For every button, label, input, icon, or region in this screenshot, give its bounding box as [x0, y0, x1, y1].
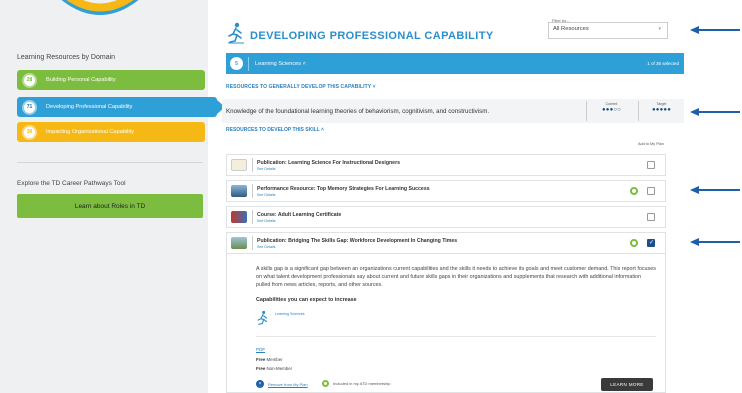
divider: [256, 336, 656, 337]
resource-row[interactable]: Course: Adult Learning Certificate See D…: [226, 206, 666, 228]
course-thumbnail-icon: [231, 211, 247, 223]
skill-text: Knowledge of the foundational learning t…: [226, 107, 490, 115]
chevron-down-icon: ▾: [658, 26, 661, 32]
see-details-link[interactable]: See Details: [257, 245, 457, 249]
add-to-plan-checkbox[interactable]: [647, 239, 655, 247]
publication-thumbnail-icon: [231, 237, 247, 249]
resource-details: A skills gap is a significant gap betwee…: [226, 254, 666, 393]
resource-title: Publication: Bridging The Skills Gap: Wo…: [257, 237, 458, 244]
arrow-left-icon: [690, 186, 740, 194]
domain-developing-professional[interactable]: 71 Developing Professional Capability: [17, 97, 225, 117]
book-thumbnail-icon: [231, 159, 247, 171]
domain-label: Building Personal Capability: [46, 77, 116, 83]
target-label: Target: [656, 102, 667, 106]
learner-icon: [228, 22, 244, 44]
included-label: Included in my ATD membership: [333, 381, 391, 386]
arrow-left-icon: [690, 26, 740, 34]
divider: [252, 158, 253, 172]
membership-included-icon: [630, 239, 638, 247]
capability-number: 5: [230, 57, 243, 70]
add-to-plan-checkbox[interactable]: [647, 161, 655, 169]
divider: [252, 236, 253, 250]
resource-row[interactable]: Publication: Learning Science For Instru…: [226, 154, 666, 176]
target-dots: ●●●●●: [651, 107, 672, 113]
selected-count: 1 of 36 selected: [647, 61, 679, 66]
current-dots: ●●●○○: [601, 107, 622, 113]
capability-link[interactable]: Learning Sciences: [275, 312, 305, 316]
chevron-up-icon: ˄: [321, 127, 324, 133]
sidebar-title: Learning Resources by Domain: [17, 54, 116, 61]
divider: [17, 162, 203, 163]
remove-label: Remove from My Plan: [268, 381, 308, 387]
domain-building-personal[interactable]: 28 Building Personal Capability: [17, 70, 205, 90]
domain-label: Developing Professional Capability: [46, 104, 133, 110]
domain-impacting-organizational[interactable]: 30 Impacting Organizational Capability: [17, 122, 205, 142]
page-title: DEVELOPING PROFESSIONAL CAPABILITY: [250, 30, 494, 42]
resource-title: Course: Adult Learning Certificate: [257, 211, 342, 218]
membership-included-icon: [322, 380, 329, 387]
explore-title: Explore the TD Career Pathways Tool: [17, 180, 126, 187]
format-link[interactable]: PDF: [256, 347, 265, 352]
close-icon: ×: [256, 380, 264, 388]
learner-icon: [257, 310, 268, 325]
sidebar: Learning Resources by Domain 28 Building…: [0, 0, 225, 393]
domain-count: 71: [22, 99, 37, 115]
member-price: Free Member: [256, 357, 283, 362]
add-to-plan-checkbox[interactable]: [647, 187, 655, 195]
learn-more-button[interactable]: LEARN MORE: [601, 378, 653, 391]
membership-included-icon: [630, 187, 638, 195]
divider: [252, 184, 253, 198]
capabilities-title: Capabilities you can expect to increase: [256, 297, 357, 303]
section-general-toggle[interactable]: RESOURCES TO GENERALLY DEVELOP THIS CAPA…: [226, 84, 376, 90]
target-level: Target ●●●●●: [638, 101, 684, 121]
resource-title: Performance Resource: Top Memory Strateg…: [257, 185, 430, 192]
chevron-down-icon: ˅: [372, 84, 376, 90]
domain-count: 28: [22, 72, 37, 88]
resource-row[interactable]: Performance Resource: Top Memory Strateg…: [226, 180, 666, 202]
divider: [252, 210, 253, 224]
learn-roles-button[interactable]: Learn about Roles in TD: [17, 194, 203, 218]
see-details-link[interactable]: See Details: [257, 219, 341, 223]
current-level: Current ●●●○○: [586, 101, 636, 121]
resource-thumbnail-icon: [231, 185, 247, 197]
filter-dropdown[interactable]: All Resources ▾: [548, 22, 668, 39]
resource-row-expanded[interactable]: Publication: Bridging The Skills Gap: Wo…: [226, 232, 666, 254]
arrow-left-icon: [690, 238, 740, 246]
skill-row: Knowledge of the foundational learning t…: [222, 99, 684, 123]
atd-logo-icon: [61, 0, 139, 15]
see-details-link[interactable]: See Details: [257, 167, 400, 171]
filter-value: All Resources: [553, 26, 589, 32]
current-label: Current: [605, 102, 618, 106]
resource-title: Publication: Learning Science For Instru…: [257, 159, 400, 166]
resource-description: A skills gap is a significant gap betwee…: [256, 266, 656, 288]
nonmember-price: Free Non-Member: [256, 366, 293, 371]
capability-bar[interactable]: 5 Learning Sciences ˄ 1 of 36 selected: [226, 53, 684, 74]
divider: [248, 56, 249, 71]
chevron-up-icon: ˄: [302, 60, 306, 67]
included-membership: Included in my ATD membership: [322, 380, 391, 387]
section-skill-toggle[interactable]: RESOURCES TO DEVELOP THIS SKILL ˄: [226, 127, 324, 133]
domain-count: 30: [22, 124, 37, 140]
add-to-plan-label: Add to My Plan: [638, 142, 664, 146]
remove-from-plan-link[interactable]: × Remove from My Plan: [256, 380, 308, 388]
see-details-link[interactable]: See Details: [257, 193, 430, 197]
arrow-left-icon: [690, 108, 740, 116]
capability-label: Learning Sciences ˄: [255, 60, 306, 67]
add-to-plan-checkbox[interactable]: [647, 213, 655, 221]
domain-label: Impacting Organizational Capability: [46, 129, 134, 135]
